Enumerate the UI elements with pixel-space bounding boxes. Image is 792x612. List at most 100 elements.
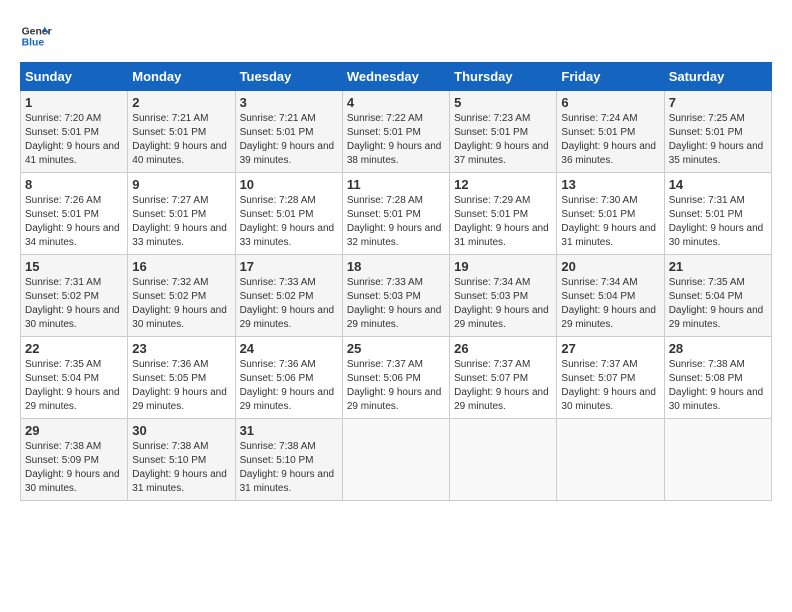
calendar-table: SundayMondayTuesdayWednesdayThursdayFrid… bbox=[20, 62, 772, 501]
day-info: Sunrise: 7:38 AMSunset: 5:10 PMDaylight:… bbox=[132, 440, 230, 496]
day-info: Sunrise: 7:27 AMSunset: 5:01 PMDaylight:… bbox=[132, 194, 230, 250]
day-info: Sunrise: 7:24 AMSunset: 5:01 PMDaylight:… bbox=[561, 112, 659, 168]
day-info: Sunrise: 7:26 AMSunset: 5:01 PMDaylight:… bbox=[25, 194, 123, 250]
calendar-cell bbox=[450, 419, 557, 501]
calendar-cell: 21 Sunrise: 7:35 AMSunset: 5:04 PMDayligh… bbox=[664, 255, 771, 337]
day-number: 14 bbox=[669, 177, 767, 192]
day-info: Sunrise: 7:28 AMSunset: 5:01 PMDaylight:… bbox=[240, 194, 338, 250]
day-number: 22 bbox=[25, 341, 123, 356]
logo: General Blue bbox=[20, 20, 52, 52]
calendar-cell: 9 Sunrise: 7:27 AMSunset: 5:01 PMDaylight… bbox=[128, 173, 235, 255]
day-number: 5 bbox=[454, 95, 552, 110]
calendar-cell: 3 Sunrise: 7:21 AMSunset: 5:01 PMDaylight… bbox=[235, 91, 342, 173]
day-info: Sunrise: 7:20 AMSunset: 5:01 PMDaylight:… bbox=[25, 112, 123, 168]
day-number: 13 bbox=[561, 177, 659, 192]
calendar-cell: 5 Sunrise: 7:23 AMSunset: 5:01 PMDaylight… bbox=[450, 91, 557, 173]
day-number: 25 bbox=[347, 341, 445, 356]
calendar-cell bbox=[664, 419, 771, 501]
day-number: 12 bbox=[454, 177, 552, 192]
day-number: 16 bbox=[132, 259, 230, 274]
calendar-cell: 24Sunrise: 7:36 AMSunset: 5:06 PMDayligh… bbox=[235, 337, 342, 419]
day-info: Sunrise: 7:32 AMSunset: 5:02 PMDaylight:… bbox=[132, 276, 230, 332]
day-number: 30 bbox=[132, 423, 230, 438]
calendar-cell: 19Sunrise: 7:34 AMSunset: 5:03 PMDayligh… bbox=[450, 255, 557, 337]
day-number: 7 bbox=[669, 95, 767, 110]
weekday-header-wednesday: Wednesday bbox=[342, 63, 449, 91]
logo-icon: General Blue bbox=[20, 20, 52, 52]
day-info: Sunrise: 7:28 AMSunset: 5:01 PMDaylight:… bbox=[347, 194, 445, 250]
calendar-cell: 6 Sunrise: 7:24 AMSunset: 5:01 PMDaylight… bbox=[557, 91, 664, 173]
calendar-week-1: 1 Sunrise: 7:20 AMSunset: 5:01 PMDaylight… bbox=[21, 91, 772, 173]
weekday-header-tuesday: Tuesday bbox=[235, 63, 342, 91]
day-info: Sunrise: 7:38 AMSunset: 5:08 PMDaylight:… bbox=[669, 358, 767, 414]
day-info: Sunrise: 7:34 AMSunset: 5:04 PMDaylight:… bbox=[561, 276, 659, 332]
day-number: 11 bbox=[347, 177, 445, 192]
day-info: Sunrise: 7:35 AMSunset: 5:04 PMDaylight:… bbox=[25, 358, 123, 414]
page-header: General Blue bbox=[20, 20, 772, 52]
day-number: 26 bbox=[454, 341, 552, 356]
day-info: Sunrise: 7:37 AMSunset: 5:06 PMDaylight:… bbox=[347, 358, 445, 414]
weekday-header-sunday: Sunday bbox=[21, 63, 128, 91]
day-info: Sunrise: 7:38 AMSunset: 5:10 PMDaylight:… bbox=[240, 440, 338, 496]
calendar-week-4: 22 Sunrise: 7:35 AMSunset: 5:04 PMDayligh… bbox=[21, 337, 772, 419]
day-number: 10 bbox=[240, 177, 338, 192]
weekday-header-row: SundayMondayTuesdayWednesdayThursdayFrid… bbox=[21, 63, 772, 91]
calendar-cell: 2Sunrise: 7:21 AMSunset: 5:01 PMDaylight… bbox=[128, 91, 235, 173]
day-info: Sunrise: 7:36 AMSunset: 5:06 PMDaylight:… bbox=[240, 358, 338, 414]
day-number: 23 bbox=[132, 341, 230, 356]
calendar-cell: 27 Sunrise: 7:37 AMSunset: 5:07 PMDayligh… bbox=[557, 337, 664, 419]
calendar-cell: 30 Sunrise: 7:38 AMSunset: 5:10 PMDayligh… bbox=[128, 419, 235, 501]
day-number: 28 bbox=[669, 341, 767, 356]
day-number: 6 bbox=[561, 95, 659, 110]
calendar-cell: 1 Sunrise: 7:20 AMSunset: 5:01 PMDaylight… bbox=[21, 91, 128, 173]
day-info: Sunrise: 7:21 AMSunset: 5:01 PMDaylight:… bbox=[240, 112, 338, 168]
day-number: 9 bbox=[132, 177, 230, 192]
day-number: 27 bbox=[561, 341, 659, 356]
calendar-cell: 18 Sunrise: 7:33 AMSunset: 5:03 PMDayligh… bbox=[342, 255, 449, 337]
calendar-cell: 7 Sunrise: 7:25 AMSunset: 5:01 PMDaylight… bbox=[664, 91, 771, 173]
calendar-cell: 28 Sunrise: 7:38 AMSunset: 5:08 PMDayligh… bbox=[664, 337, 771, 419]
calendar-cell: 20 Sunrise: 7:34 AMSunset: 5:04 PMDayligh… bbox=[557, 255, 664, 337]
day-info: Sunrise: 7:35 AMSunset: 5:04 PMDaylight:… bbox=[669, 276, 767, 332]
day-info: Sunrise: 7:38 AMSunset: 5:09 PMDaylight:… bbox=[25, 440, 123, 496]
day-info: Sunrise: 7:31 AMSunset: 5:02 PMDaylight:… bbox=[25, 276, 123, 332]
calendar-cell: 4 Sunrise: 7:22 AMSunset: 5:01 PMDaylight… bbox=[342, 91, 449, 173]
day-info: Sunrise: 7:22 AMSunset: 5:01 PMDaylight:… bbox=[347, 112, 445, 168]
day-info: Sunrise: 7:25 AMSunset: 5:01 PMDaylight:… bbox=[669, 112, 767, 168]
calendar-cell: 31Sunrise: 7:38 AMSunset: 5:10 PMDayligh… bbox=[235, 419, 342, 501]
day-number: 18 bbox=[347, 259, 445, 274]
day-info: Sunrise: 7:37 AMSunset: 5:07 PMDaylight:… bbox=[561, 358, 659, 414]
day-info: Sunrise: 7:37 AMSunset: 5:07 PMDaylight:… bbox=[454, 358, 552, 414]
calendar-cell: 8 Sunrise: 7:26 AMSunset: 5:01 PMDaylight… bbox=[21, 173, 128, 255]
calendar-week-3: 15 Sunrise: 7:31 AMSunset: 5:02 PMDayligh… bbox=[21, 255, 772, 337]
calendar-cell: 12 Sunrise: 7:29 AMSunset: 5:01 PMDayligh… bbox=[450, 173, 557, 255]
day-number: 20 bbox=[561, 259, 659, 274]
weekday-header-saturday: Saturday bbox=[664, 63, 771, 91]
calendar-cell: 14 Sunrise: 7:31 AMSunset: 5:01 PMDayligh… bbox=[664, 173, 771, 255]
day-number: 2 bbox=[132, 95, 230, 110]
day-number: 17 bbox=[240, 259, 338, 274]
day-number: 1 bbox=[25, 95, 123, 110]
calendar-week-5: 29 Sunrise: 7:38 AMSunset: 5:09 PMDayligh… bbox=[21, 419, 772, 501]
calendar-cell: 16 Sunrise: 7:32 AMSunset: 5:02 PMDayligh… bbox=[128, 255, 235, 337]
day-number: 15 bbox=[25, 259, 123, 274]
day-number: 29 bbox=[25, 423, 123, 438]
weekday-header-monday: Monday bbox=[128, 63, 235, 91]
day-info: Sunrise: 7:23 AMSunset: 5:01 PMDaylight:… bbox=[454, 112, 552, 168]
day-number: 3 bbox=[240, 95, 338, 110]
day-info: Sunrise: 7:29 AMSunset: 5:01 PMDaylight:… bbox=[454, 194, 552, 250]
day-number: 19 bbox=[454, 259, 552, 274]
day-info: Sunrise: 7:31 AMSunset: 5:01 PMDaylight:… bbox=[669, 194, 767, 250]
calendar-cell: 13Sunrise: 7:30 AMSunset: 5:01 PMDayligh… bbox=[557, 173, 664, 255]
calendar-cell bbox=[342, 419, 449, 501]
calendar-cell: 25 Sunrise: 7:37 AMSunset: 5:06 PMDayligh… bbox=[342, 337, 449, 419]
day-number: 8 bbox=[25, 177, 123, 192]
day-number: 21 bbox=[669, 259, 767, 274]
calendar-cell: 11 Sunrise: 7:28 AMSunset: 5:01 PMDayligh… bbox=[342, 173, 449, 255]
weekday-header-thursday: Thursday bbox=[450, 63, 557, 91]
svg-text:Blue: Blue bbox=[22, 38, 45, 49]
day-info: Sunrise: 7:33 AMSunset: 5:03 PMDaylight:… bbox=[347, 276, 445, 332]
calendar-cell: 23Sunrise: 7:36 AMSunset: 5:05 PMDayligh… bbox=[128, 337, 235, 419]
day-number: 4 bbox=[347, 95, 445, 110]
calendar-week-2: 8 Sunrise: 7:26 AMSunset: 5:01 PMDaylight… bbox=[21, 173, 772, 255]
